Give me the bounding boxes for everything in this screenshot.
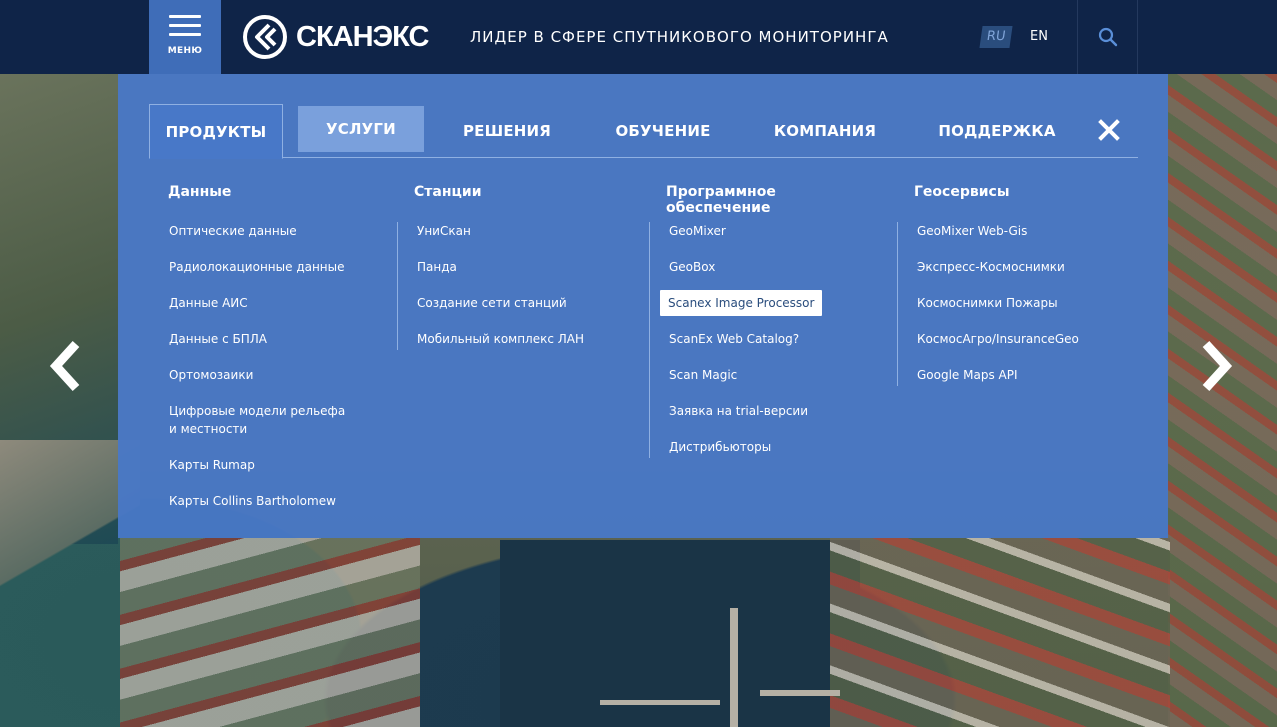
site-header: МЕНЮ СКАНЭКС ЛИДЕР В СФЕРЕ СПУТНИКОВОГО …	[0, 0, 1277, 74]
search-icon	[1098, 27, 1117, 47]
column-title: Данные	[168, 184, 232, 200]
menu-link-highlighted[interactable]: Scanex Image Processor	[660, 290, 823, 316]
menu-link[interactable]: Scan Magic	[668, 366, 738, 384]
menu-link[interactable]: Google Maps API	[916, 366, 1019, 384]
column-list: GeoMixer GeoBox Scanex Image Processor S…	[649, 222, 879, 458]
menu-link[interactable]: Ортомозаики	[168, 366, 254, 384]
menu-link[interactable]: Данные с БПЛА	[168, 330, 268, 348]
menu-link[interactable]: Карты Rumap	[168, 456, 256, 474]
tab-services[interactable]: УСЛУГИ	[298, 106, 424, 152]
menu-link[interactable]: Карты Collins Bartholomew	[168, 492, 337, 510]
hamburger-icon	[169, 14, 201, 37]
column-title: Станции	[414, 184, 482, 200]
menu-tabs: ПРОДУКТЫ УСЛУГИ РЕШЕНИЯ ОБУЧЕНИЕ КОМПАНИ…	[149, 104, 1138, 159]
column-stations: Станции УниСкан Панда Создание сети стан…	[397, 184, 617, 350]
menu-link[interactable]: ScanEx Web Catalog?	[668, 330, 800, 348]
menu-link[interactable]: Создание сети станций	[416, 294, 568, 312]
mega-menu-panel: ПРОДУКТЫ УСЛУГИ РЕШЕНИЯ ОБУЧЕНИЕ КОМПАНИ…	[118, 74, 1168, 538]
tab-education[interactable]: ОБУЧЕНИЕ	[601, 104, 725, 158]
search-button[interactable]	[1077, 0, 1138, 74]
menu-link[interactable]: Космоснимки Пожары	[916, 294, 1059, 312]
menu-link[interactable]: GeoBox	[668, 258, 716, 276]
column-software: Программное обеспечение GeoMixer GeoBox …	[649, 184, 879, 458]
column-data: Данные Оптические данные Радиолокационны…	[168, 184, 378, 528]
logo-icon	[243, 15, 287, 59]
menu-label: МЕНЮ	[167, 45, 203, 56]
column-title: Программное обеспечение	[666, 184, 776, 216]
prev-slide-arrow-icon[interactable]	[46, 340, 86, 392]
menu-link[interactable]: Радиолокационные данные	[168, 258, 346, 276]
column-list: УниСкан Панда Создание сети станций Моби…	[397, 222, 617, 350]
tagline: ЛИДЕР В СФЕРЕ СПУТНИКОВОГО МОНИТОРИНГА	[470, 28, 889, 46]
menu-link[interactable]: GeoMixer	[668, 222, 727, 240]
menu-link[interactable]: Заявка на trial-версии	[668, 402, 809, 420]
close-icon[interactable]	[1098, 119, 1120, 141]
menu-link[interactable]: Оптические данные	[168, 222, 298, 240]
tab-company[interactable]: КОМПАНИЯ	[761, 104, 889, 158]
menu-link[interactable]: Данные АИС	[168, 294, 249, 312]
logo-text: СКАНЭКС	[296, 20, 429, 53]
column-list: Оптические данные Радиолокационные данны…	[168, 222, 378, 528]
menu-link[interactable]: Цифровые модели рельефа и местности	[168, 402, 348, 438]
tab-products[interactable]: ПРОДУКТЫ	[149, 104, 283, 159]
tab-support[interactable]: ПОДДЕРЖКА	[935, 104, 1059, 158]
menu-link[interactable]: Экспресс-Космоснимки	[916, 258, 1066, 276]
menu-link[interactable]: Дистрибьюторы	[668, 438, 772, 456]
column-geoservices: Геосервисы GeoMixer Web-Gis Экспресс-Кос…	[897, 184, 1127, 386]
menu-button[interactable]: МЕНЮ	[149, 0, 221, 74]
next-slide-arrow-icon[interactable]	[1196, 340, 1236, 392]
logo[interactable]: СКАНЭКС	[242, 14, 429, 60]
menu-link[interactable]: КосмосАгро/InsuranceGeo	[916, 330, 1080, 348]
menu-link[interactable]: GeoMixer Web-Gis	[916, 222, 1028, 240]
column-list: GeoMixer Web-Gis Экспресс-Космоснимки Ко…	[897, 222, 1127, 386]
menu-link[interactable]: Панда	[416, 258, 458, 276]
tab-solutions[interactable]: РЕШЕНИЯ	[445, 104, 569, 158]
menu-link[interactable]: УниСкан	[416, 222, 472, 240]
lang-ru-button[interactable]: RU	[979, 26, 1013, 48]
lang-en-button[interactable]: EN	[1027, 26, 1051, 48]
menu-link[interactable]: Мобильный комплекс ЛАН	[416, 330, 585, 348]
column-title: Геосервисы	[914, 184, 1010, 200]
